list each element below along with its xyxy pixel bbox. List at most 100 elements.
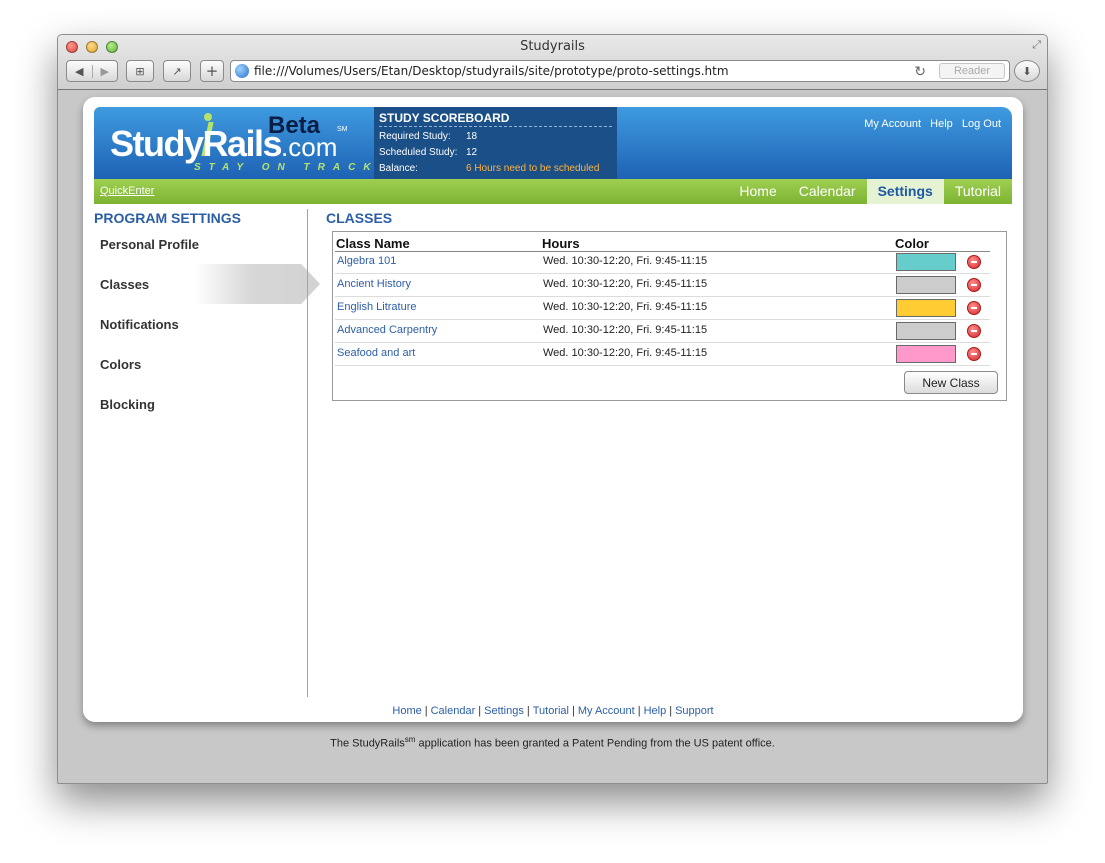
share-button[interactable]: ↗ (163, 60, 191, 82)
footer-link-tutorial[interactable]: Tutorial (533, 705, 569, 717)
active-item-arrow (195, 264, 320, 304)
footer-separator: | (669, 705, 673, 717)
table-row: Seafood and art Wed. 10:30-12:20, Fri. 9… (335, 343, 990, 366)
fullscreen-icon[interactable]: ⤢ (1032, 39, 1041, 52)
quickenter-link[interactable]: QuickEnter (100, 185, 154, 197)
patent-notice: The StudyRailssm application has been gr… (330, 735, 775, 750)
class-name-link[interactable]: Ancient History (337, 278, 411, 290)
class-color-swatch[interactable] (896, 322, 956, 340)
class-name-link[interactable]: Algebra 101 (337, 255, 396, 267)
class-name-link[interactable]: Seafood and art (337, 347, 415, 359)
sidebar-item-personal-profile[interactable]: Personal Profile (100, 237, 199, 252)
footer-link-help[interactable]: Help (644, 705, 667, 717)
tab-home[interactable]: Home (728, 179, 787, 204)
account-links: My Account Help Log Out (858, 118, 1001, 130)
study-scoreboard: STUDY SCOREBOARD Required Study: 18 Sched… (374, 107, 617, 179)
sidebar-item-colors[interactable]: Colors (100, 357, 141, 372)
reading-list-button[interactable]: ⊞ (126, 60, 154, 82)
class-color-swatch[interactable] (896, 276, 956, 294)
studyrails-logo[interactable]: StudyRails.com Beta SM STAY ON TRACK (94, 107, 374, 179)
sidebar-divider (307, 209, 308, 697)
sidebar-item-blocking[interactable]: Blocking (100, 397, 155, 412)
class-color-swatch[interactable] (896, 299, 956, 317)
back-icon[interactable]: ◀ (67, 65, 92, 78)
tab-settings[interactable]: Settings (866, 179, 944, 204)
classes-heading: CLASSES (326, 210, 393, 226)
class-color-swatch[interactable] (896, 253, 956, 271)
class-name-header: Class Name (336, 236, 410, 251)
reader-button[interactable]: Reader (939, 63, 1005, 79)
class-name-link[interactable]: Advanced Carpentry (337, 324, 437, 336)
table-row: English Litrature Wed. 10:30-12:20, Fri.… (335, 297, 990, 320)
class-hours: Wed. 10:30-12:20, Fri. 9:45-11:15 (543, 255, 708, 267)
color-header: Color (895, 236, 929, 251)
globe-icon (235, 64, 249, 78)
remove-class-icon[interactable] (967, 255, 981, 269)
classes-table: Class Name Hours Color Algebra 101 Wed. … (332, 231, 1007, 401)
class-hours: Wed. 10:30-12:20, Fri. 9:45-11:15 (543, 347, 708, 359)
footer-separator: | (478, 705, 482, 717)
class-name-link[interactable]: English Litrature (337, 301, 417, 313)
logo-sm: SM (337, 126, 348, 133)
download-icon: ⬇ (1022, 64, 1032, 78)
web-page: StudyRails.com Beta SM STAY ON TRACK STU… (83, 97, 1023, 722)
my-account-link[interactable]: My Account (864, 118, 921, 130)
plus-icon: + (205, 62, 219, 80)
balance-label: Balance: (379, 163, 418, 174)
downloads-button[interactable]: ⬇ (1014, 60, 1040, 82)
class-hours: Wed. 10:30-12:20, Fri. 9:45-11:15 (543, 278, 708, 290)
log-out-link[interactable]: Log Out (962, 118, 1001, 130)
logo-tagline: STAY ON TRACK (194, 162, 379, 173)
remove-class-icon[interactable] (967, 324, 981, 338)
url-text[interactable]: file:///Volumes/Users/Etan/Desktop/study… (254, 64, 729, 78)
back-forward-buttons: ◀ ▶ (66, 60, 118, 82)
site-header: StudyRails.com Beta SM STAY ON TRACK STU… (94, 107, 1012, 179)
add-bookmark-button[interactable]: + (200, 60, 224, 82)
scheduled-study-label: Scheduled Study: (379, 147, 458, 158)
balance-row: Balance: 6 Hours need to be scheduled (379, 163, 599, 174)
tab-tutorial[interactable]: Tutorial (944, 179, 1012, 204)
table-row: Algebra 101 Wed. 10:30-12:20, Fri. 9:45-… (335, 251, 990, 274)
footer-separator: | (526, 705, 530, 717)
sidebar-item-classes[interactable]: Classes (100, 277, 149, 292)
hours-header: Hours (542, 236, 580, 251)
table-row: Advanced Carpentry Wed. 10:30-12:20, Fri… (335, 320, 990, 343)
program-settings-heading: PROGRAM SETTINGS (94, 210, 242, 226)
footer-link-support[interactable]: Support (675, 705, 714, 717)
footer-links: Home | Calendar | Settings | Tutorial | My Accou… (83, 705, 1023, 717)
table-row: Ancient History Wed. 10:30-12:20, Fri. 9… (335, 274, 990, 297)
window-title: Studyrails (520, 39, 585, 54)
footer-link-calendar[interactable]: Calendar (431, 705, 476, 717)
browser-window: Studyrails ⤢ ◀ ▶ ⊞ ↗ + file:///Volumes/U… (57, 34, 1048, 784)
footer-link-my-account[interactable]: My Account (578, 705, 635, 717)
footer-separator: | (637, 705, 641, 717)
required-study-label: Required Study: (379, 131, 451, 142)
remove-class-icon[interactable] (967, 278, 981, 292)
address-bar[interactable]: file:///Volumes/Users/Etan/Desktop/study… (230, 60, 1010, 82)
required-study-row: Required Study: 18 (379, 131, 477, 142)
forward-icon[interactable]: ▶ (91, 64, 118, 78)
remove-class-icon[interactable] (967, 301, 981, 315)
class-color-swatch[interactable] (896, 345, 956, 363)
reload-icon[interactable]: ↻ (914, 63, 926, 80)
reading-list-icon: ⊞ (135, 64, 145, 78)
help-link[interactable]: Help (930, 118, 953, 130)
sidebar-item-notifications[interactable]: Notifications (100, 317, 179, 332)
remove-class-icon[interactable] (967, 347, 981, 361)
scoreboard-divider (379, 126, 612, 127)
tab-calendar[interactable]: Calendar (788, 179, 867, 204)
scheduled-study-row: Scheduled Study: 12 (379, 147, 477, 158)
required-study-value: 18 (466, 131, 478, 142)
browser-toolbar: Studyrails ⤢ ◀ ▶ ⊞ ↗ + file:///Volumes/U… (58, 35, 1047, 90)
class-hours: Wed. 10:30-12:20, Fri. 9:45-11:15 (543, 324, 708, 336)
footer-link-home[interactable]: Home (392, 705, 421, 717)
footer-separator: | (572, 705, 575, 717)
scheduled-study-value: 12 (466, 147, 478, 158)
footer-separator: | (424, 705, 428, 717)
footer-link-settings[interactable]: Settings (484, 705, 524, 717)
share-icon: ↗ (172, 64, 182, 78)
logo-beta: Beta (268, 112, 321, 139)
balance-value: 6 Hours need to be scheduled (466, 163, 600, 174)
scoreboard-title: STUDY SCOREBOARD (379, 111, 510, 125)
new-class-button[interactable]: New Class (904, 371, 998, 394)
